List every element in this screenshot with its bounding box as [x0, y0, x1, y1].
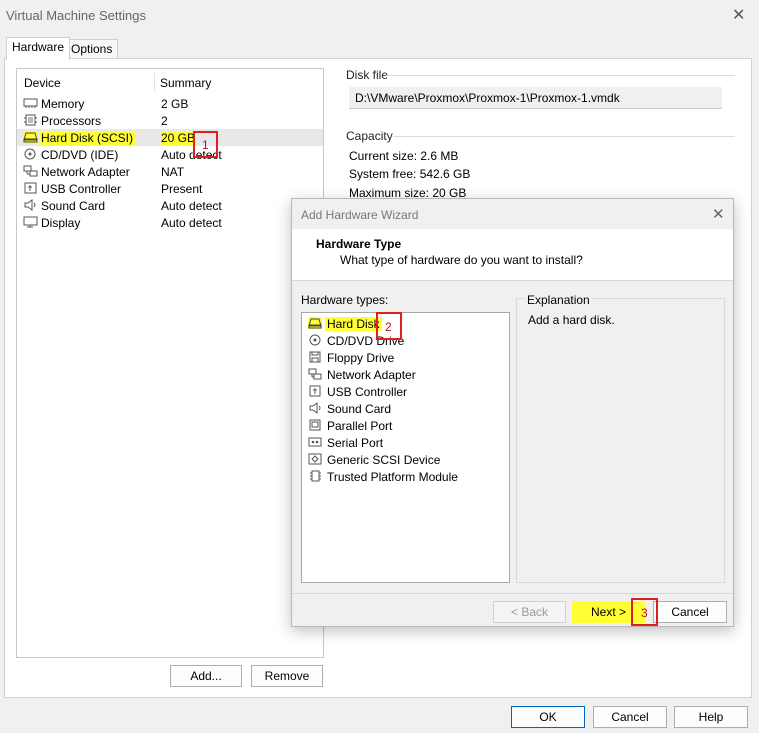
remove-button[interactable]: Remove — [251, 665, 323, 687]
capacity-label: Capacity — [346, 129, 393, 143]
parallel-port-icon — [308, 419, 322, 431]
device-row-hard-disk[interactable]: Hard Disk (SCSI) 20 GB — [17, 129, 323, 146]
device-name: Network Adapter — [41, 165, 130, 179]
tpm-icon — [308, 470, 322, 482]
device-row-cd-dvd[interactable]: CD/DVD (IDE) Auto detect — [17, 146, 323, 163]
hard-disk-icon — [23, 131, 38, 143]
usb-icon — [308, 385, 322, 397]
disk-file-label: Disk file — [346, 68, 389, 82]
device-name: Memory — [41, 97, 85, 111]
annotation-box-1: 1 — [193, 131, 218, 158]
processor-icon — [23, 114, 38, 126]
explanation-text: Add a hard disk. — [528, 313, 615, 327]
device-name: Processors — [41, 114, 102, 128]
device-summary: Auto detect — [161, 199, 222, 213]
back-button[interactable]: < Back — [493, 601, 566, 623]
add-button[interactable]: Add... — [170, 665, 242, 687]
annotation-label-2: 2 — [385, 320, 392, 334]
disk-file-path-field[interactable]: D:\VMware\Proxmox\Proxmox-1\Proxmox-1.vm… — [349, 87, 722, 109]
network-adapter-icon — [308, 368, 322, 380]
device-summary: 2 GB — [161, 97, 189, 111]
cd-dvd-icon — [23, 148, 38, 160]
group-divider — [386, 75, 735, 76]
cancel-button[interactable]: Cancel — [593, 706, 667, 728]
device-name: USB Controller — [41, 182, 122, 196]
wizard-header: Hardware Type What type of hardware do y… — [292, 229, 733, 281]
device-row-display[interactable]: Display Auto detect — [17, 214, 323, 231]
window-title: Virtual Machine Settings — [6, 8, 146, 23]
hardware-types-label: Hardware types: — [301, 293, 389, 307]
floppy-icon — [308, 351, 322, 363]
close-icon[interactable]: ✕ — [712, 205, 725, 223]
current-size-text: Current size: 2.6 MB — [349, 149, 459, 163]
annotation-label-1: 1 — [202, 138, 209, 152]
device-column-header[interactable]: Device — [24, 76, 61, 90]
cd-dvd-icon — [308, 334, 322, 346]
system-free-text: System free: 542.6 GB — [349, 167, 471, 181]
device-row-memory[interactable]: Memory 2 GB — [17, 95, 323, 112]
wizard-footer-divider — [292, 593, 733, 594]
device-list[interactable]: Device Summary Memory 2 GB Processors 2 … — [16, 68, 324, 658]
device-summary: 20 GB — [161, 131, 196, 145]
explanation-panel: Explanation Add a hard disk. — [516, 293, 725, 583]
hardware-types-list[interactable]: Hard Disk CD/DVD Drive Floppy Drive Netw… — [301, 312, 510, 583]
tab-hardware[interactable]: Hardware — [6, 37, 71, 60]
device-name: Display — [41, 216, 81, 230]
help-button[interactable]: Help — [674, 706, 748, 728]
device-name: Sound Card — [41, 199, 106, 213]
hardware-type-name: Floppy Drive — [327, 351, 395, 365]
device-row-network-adapter[interactable]: Network Adapter NAT — [17, 163, 323, 180]
device-list-header: Device Summary — [17, 69, 323, 93]
summary-column-header[interactable]: Summary — [160, 76, 211, 90]
annotation-box-3: 3 — [631, 598, 658, 626]
hardware-type-name: Generic SCSI Device — [327, 453, 441, 467]
wizard-subheading: What type of hardware do you want to ins… — [340, 253, 583, 267]
usb-icon — [23, 182, 38, 194]
hardware-type-name: USB Controller — [327, 385, 408, 399]
hardware-type-name: Serial Port — [327, 436, 384, 450]
tab-options[interactable]: Options — [65, 39, 119, 59]
close-icon[interactable]: ✕ — [732, 5, 745, 25]
hardware-type-name: Sound Card — [327, 402, 392, 416]
add-hardware-wizard: Add Hardware Wizard ✕ Hardware Type What… — [291, 198, 734, 627]
wizard-title: Add Hardware Wizard — [301, 208, 419, 222]
hardware-type-name: Trusted Platform Module — [327, 470, 458, 484]
wizard-heading: Hardware Type — [316, 237, 402, 251]
memory-icon — [23, 97, 38, 109]
scsi-device-icon — [308, 453, 322, 465]
device-row-sound-card[interactable]: Sound Card Auto detect — [17, 197, 323, 214]
sound-card-icon — [23, 199, 38, 211]
hardware-type-name: Hard Disk — [325, 317, 382, 331]
device-row-usb-controller[interactable]: USB Controller Present — [17, 180, 323, 197]
annotation-box-2: 2 — [376, 312, 402, 340]
device-row-processors[interactable]: Processors 2 — [17, 112, 323, 129]
device-name: CD/DVD (IDE) — [41, 148, 119, 162]
device-name: Hard Disk (SCSI) — [39, 131, 136, 145]
explanation-label: Explanation — [525, 293, 592, 307]
device-summary: NAT — [161, 165, 185, 179]
ok-button[interactable]: OK — [511, 706, 585, 728]
sound-card-icon — [308, 402, 322, 414]
serial-port-icon — [308, 436, 322, 448]
wizard-cancel-button[interactable]: Cancel — [653, 601, 727, 623]
column-divider — [154, 73, 155, 91]
annotation-label-3: 3 — [641, 606, 648, 620]
device-summary: Auto detect — [161, 216, 222, 230]
hardware-type-name: Network Adapter — [327, 368, 416, 382]
network-adapter-icon — [23, 165, 38, 177]
device-summary: 2 — [161, 114, 168, 128]
hard-disk-icon — [308, 317, 322, 329]
device-summary: Present — [161, 182, 203, 196]
group-divider — [393, 136, 735, 137]
hardware-type-name: Parallel Port — [327, 419, 393, 433]
display-icon — [23, 216, 38, 228]
